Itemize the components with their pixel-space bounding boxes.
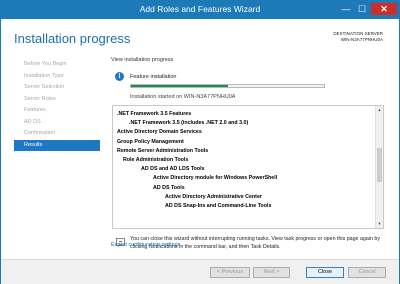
list-item: AD DS Tools: [153, 184, 185, 191]
feature-list[interactable]: .NET Framework 3.5 Features .NET Framewor…: [112, 105, 384, 229]
list-item: Active Directory Administrative Center: [165, 193, 262, 200]
nav-item-confirmation[interactable]: Confirmation: [14, 128, 100, 140]
feature-list-items: .NET Framework 3.5 Features .NET Framewor…: [117, 110, 371, 211]
nav-item-features[interactable]: Features: [14, 105, 100, 117]
cancel-button[interactable]: Cancel: [348, 267, 386, 278]
export-configuration-link[interactable]: Export configuration settings: [111, 242, 180, 248]
maximize-icon[interactable]: ☐: [355, 3, 369, 15]
progress-bar: [130, 84, 325, 88]
scrollbar[interactable]: ▲ ▼: [375, 106, 383, 228]
previous-button[interactable]: < Previous: [210, 267, 250, 278]
scroll-down-icon[interactable]: ▼: [376, 220, 383, 228]
list-item: Remote Server Administration Tools: [117, 147, 209, 154]
list-item: AD DS Snap-Ins and Command-Line Tools: [165, 202, 272, 209]
list-item: Role Administration Tools: [123, 156, 189, 163]
nav-item-installation-type[interactable]: Installation Type: [14, 71, 100, 83]
installation-started-text: Installation started on WIN-N3A77PNHU0A: [130, 94, 236, 100]
minimize-icon[interactable]: —: [339, 3, 353, 15]
button-bar: < Previous Next > Close Cancel: [1, 259, 399, 284]
close-button[interactable]: Close: [306, 267, 344, 278]
list-item: .NET Framework 3.5 (includes .NET 2.0 an…: [129, 120, 249, 127]
feature-installation-label: Feature installation: [130, 74, 177, 80]
list-item: Active Directory Domain Services: [117, 129, 202, 136]
list-item: Active Directory module for Windows Powe…: [153, 175, 278, 182]
scroll-up-icon[interactable]: ▲: [376, 106, 383, 114]
nav-item-before-you-begin[interactable]: Before You Begin: [14, 59, 100, 71]
destination-server-name: WIN-N3A77PNHU0A: [340, 37, 383, 42]
page-title: Installation progress: [14, 31, 131, 46]
info-icon: i: [115, 72, 124, 81]
scroll-thumb[interactable]: [377, 148, 382, 182]
progress-fill: [131, 85, 228, 87]
view-progress-label: View installation progress: [111, 57, 174, 63]
close-icon[interactable]: ✕: [371, 3, 397, 15]
wizard-nav: Before You Begin Installation Type Server …: [14, 59, 100, 151]
list-item: AD DS and AD LDS Tools: [141, 166, 205, 173]
nav-item-ad-ds[interactable]: AD DS: [14, 117, 100, 129]
wizard-window: Add Roles and Features Wizard — ☐ ✕ Inst…: [0, 0, 400, 284]
nav-item-results[interactable]: Results: [14, 139, 100, 151]
destination-server: DESTINATION SERVER WIN-N3A77PNHU0A: [333, 31, 383, 43]
list-item: Group Policy Management: [117, 138, 184, 145]
nav-item-server-roles[interactable]: Server Roles: [14, 94, 100, 106]
title-bar: Add Roles and Features Wizard — ☐ ✕: [1, 1, 399, 19]
next-button[interactable]: Next >: [253, 267, 290, 278]
nav-item-server-selection[interactable]: Server Selection: [14, 82, 100, 94]
list-item: .NET Framework 3.5 Features: [117, 111, 192, 117]
